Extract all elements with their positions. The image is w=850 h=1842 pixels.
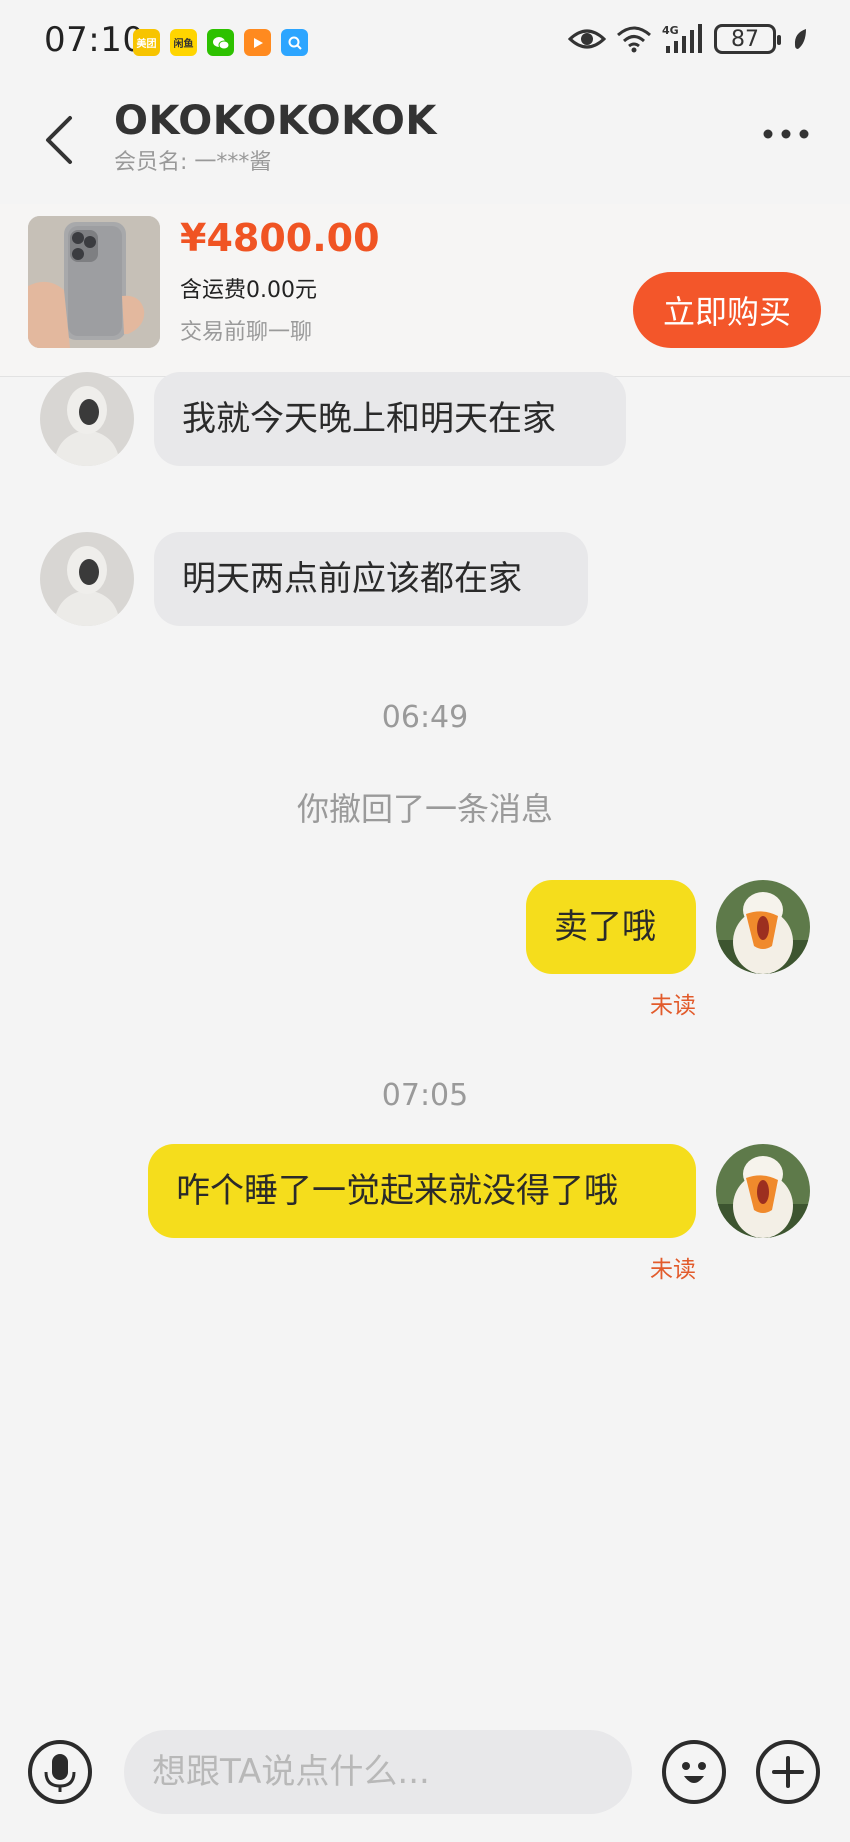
wechat-icon — [207, 29, 234, 56]
contact-avatar[interactable] — [40, 372, 134, 466]
meituan-icon: 美团 — [133, 29, 160, 56]
chat-tip: 交易前聊一聊 — [180, 320, 313, 345]
microphone-icon — [44, 1754, 76, 1792]
xianyu-icon: 闲鱼 — [170, 29, 197, 56]
product-price: ¥4800.00 — [180, 216, 380, 260]
battery-level: 87 — [731, 26, 759, 52]
status-indicators: 4G 87 — [568, 24, 808, 54]
product-card[interactable]: ¥4800.00 含运费0.00元 交易前聊一聊 立即购买 — [0, 204, 850, 377]
voice-button[interactable] — [28, 1740, 92, 1804]
message-incoming[interactable]: 我就今天晚上和明天在家 — [154, 372, 626, 466]
input-bar — [0, 1720, 850, 1842]
status-bar: 07:10 美团 闲鱼 4G 87 — [0, 0, 850, 84]
add-button[interactable] — [756, 1740, 820, 1804]
read-status: 未读 — [650, 1257, 696, 1283]
wifi-icon — [617, 26, 651, 53]
emoji-button[interactable] — [662, 1740, 726, 1804]
eye-icon — [568, 29, 606, 49]
search-app-icon — [281, 29, 308, 56]
contact-name: OKOKOKOKOK — [114, 98, 437, 144]
my-avatar[interactable] — [716, 880, 810, 974]
emoji-icon — [682, 1762, 706, 1783]
message-outgoing[interactable]: 咋个睡了一觉起来就没得了哦 — [148, 1144, 696, 1238]
svg-text:4G: 4G — [662, 24, 679, 37]
buy-now-button[interactable]: 立即购买 — [633, 272, 821, 348]
product-thumbnail[interactable] — [28, 216, 160, 348]
signal-icon: 4G — [662, 24, 702, 53]
leaf-icon — [794, 29, 806, 49]
my-avatar[interactable] — [716, 1144, 810, 1238]
battery-indicator: 87 — [714, 24, 781, 54]
shipping-info: 含运费0.00元 — [180, 278, 317, 303]
message-incoming[interactable]: 明天两点前应该都在家 — [154, 532, 588, 626]
video-icon — [244, 29, 271, 56]
status-time: 07:10 — [44, 20, 145, 60]
message-input[interactable] — [124, 1730, 632, 1814]
message-outgoing[interactable]: 卖了哦 — [526, 880, 696, 974]
timestamp: 06:49 — [381, 700, 469, 735]
contact-avatar[interactable] — [40, 532, 134, 626]
member-name: 会员名: 一***酱 — [114, 150, 272, 175]
more-options-icon[interactable] — [762, 124, 810, 144]
read-status: 未读 — [650, 993, 696, 1019]
plus-icon — [772, 1756, 804, 1788]
timestamp: 07:05 — [381, 1078, 469, 1113]
back-arrow-icon[interactable] — [40, 110, 80, 170]
chat-header: OKOKOKOKOK 会员名: 一***酱 — [0, 84, 850, 204]
recall-notice: 你撤回了一条消息 — [296, 790, 553, 828]
